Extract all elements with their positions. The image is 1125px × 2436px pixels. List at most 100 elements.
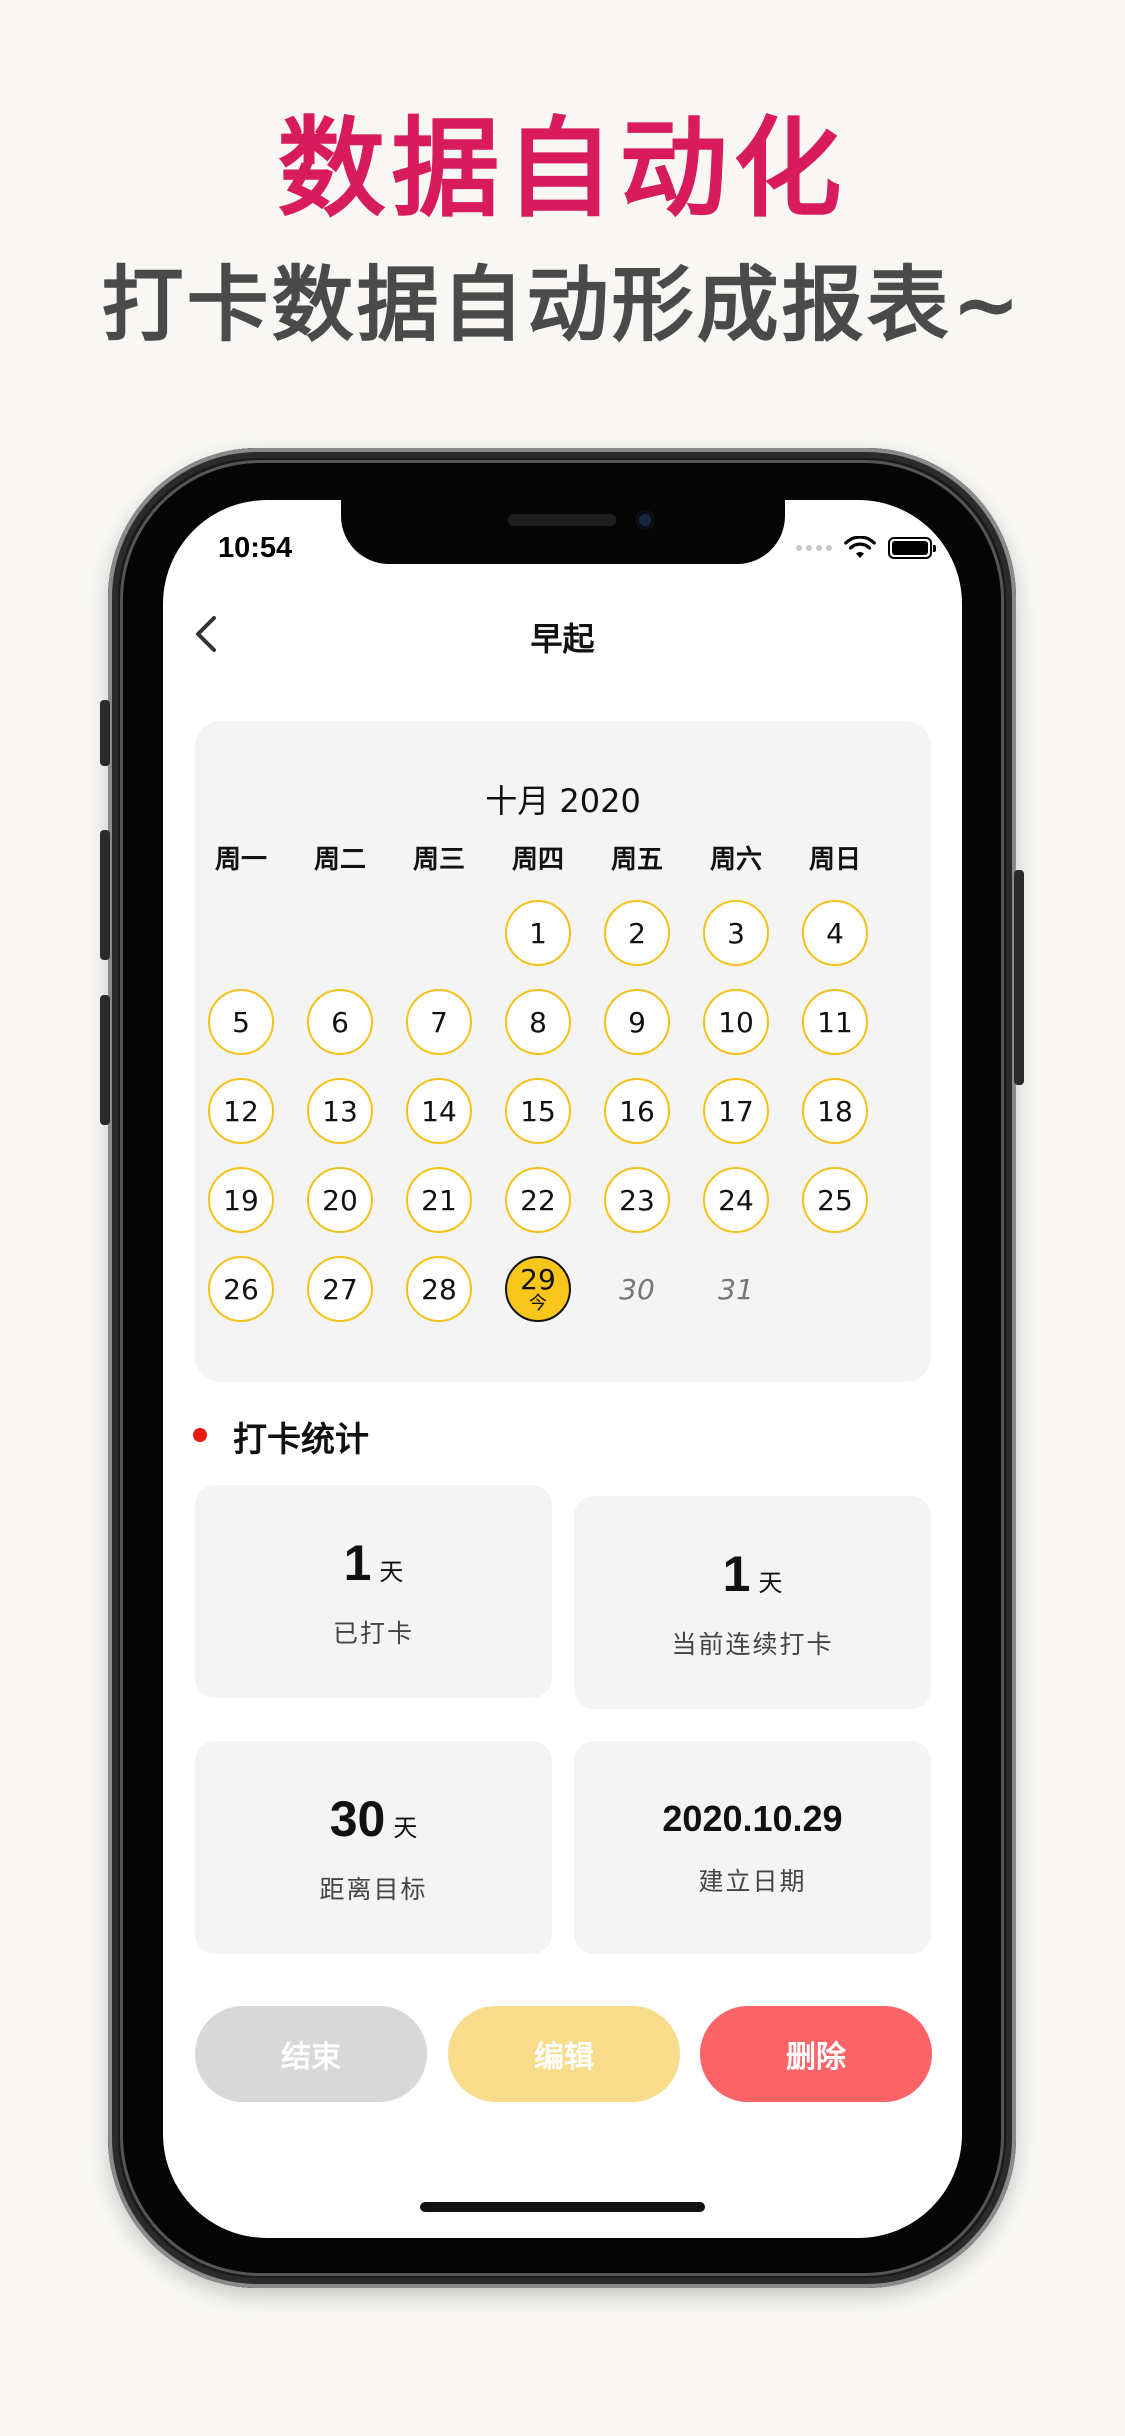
calendar-day[interactable]: 13: [307, 1078, 373, 1144]
calendar-day-number: 29: [520, 1262, 556, 1296]
calendar-day[interactable]: 16: [604, 1078, 670, 1144]
calendar-day[interactable]: 1: [505, 900, 571, 966]
calendar-day[interactable]: 14: [406, 1078, 472, 1144]
calendar-day[interactable]: 30: [604, 1256, 670, 1322]
stat-remaining-unit: 天: [393, 1813, 418, 1842]
calendar-month-label: 十月 2020: [485, 782, 641, 820]
calendar-day-number: 22: [520, 1183, 556, 1217]
calendar-day-number: 17: [718, 1094, 754, 1128]
calendar-day-number: 2: [628, 916, 646, 950]
calendar-day[interactable]: 12: [208, 1078, 274, 1144]
calendar-day[interactable]: 11: [802, 989, 868, 1055]
weekday-label: 周五: [610, 845, 663, 875]
stat-checked-unit: 天: [379, 1557, 404, 1586]
stat-card-created: 2020.10.29 建立日期: [574, 1741, 931, 1954]
calendar-day-number: 19: [223, 1183, 259, 1217]
calendar-day-number: 10: [718, 1005, 754, 1039]
stat-remaining-value: 30: [329, 1790, 386, 1847]
calendar-day-number: 6: [331, 1005, 349, 1039]
volume-up-button: [100, 830, 110, 960]
calendar-day[interactable]: 18: [802, 1078, 868, 1144]
calendar-day[interactable]: 5: [208, 989, 274, 1055]
calendar-day-number: 30: [619, 1272, 655, 1306]
calendar-day-number: 7: [430, 1005, 448, 1039]
battery-icon: [888, 537, 936, 559]
calendar-day[interactable]: 4: [802, 900, 868, 966]
calendar-day[interactable]: 10: [703, 989, 769, 1055]
calendar-day-number: 31: [718, 1272, 754, 1306]
calendar-day-number: 20: [322, 1183, 358, 1217]
calendar-day-number: 15: [520, 1094, 556, 1128]
stat-card-remaining: 30 天 距离目标: [195, 1741, 552, 1954]
calendar-day-number: 4: [826, 916, 844, 950]
calendar-day-today[interactable]: 29 今: [505, 1256, 571, 1322]
calendar-day-number: 3: [727, 916, 745, 950]
weekday-label: 周一: [214, 845, 267, 875]
calendar-day[interactable]: 9: [604, 989, 670, 1055]
calendar-day[interactable]: 17: [703, 1078, 769, 1144]
calendar-day[interactable]: 31: [703, 1256, 769, 1322]
banner-title: 数据自动化: [277, 107, 848, 232]
weekday-label: 周二: [313, 845, 366, 875]
calendar-day-number: 9: [628, 1005, 646, 1039]
calendar-day[interactable]: 24: [703, 1167, 769, 1233]
stat-created-label: 建立日期: [698, 1866, 807, 1896]
notch: [341, 500, 785, 564]
calendar-day[interactable]: 19: [208, 1167, 274, 1233]
calendar-day[interactable]: 3: [703, 900, 769, 966]
calendar-day-number: 26: [223, 1272, 259, 1306]
stat-checked-label: 已打卡: [332, 1618, 414, 1648]
stat-card-streak: 1 天 当前连续打卡: [574, 1496, 931, 1709]
end-button[interactable]: 结束: [195, 2006, 427, 2102]
calendar-day-number: 1: [529, 916, 547, 950]
calendar-day-number: 28: [421, 1272, 457, 1306]
calendar-day[interactable]: 23: [604, 1167, 670, 1233]
weekday-label: 周六: [709, 845, 762, 875]
stat-streak-unit: 天: [758, 1568, 783, 1597]
calendar-day[interactable]: 28: [406, 1256, 472, 1322]
calendar-day[interactable]: 7: [406, 989, 472, 1055]
stat-remaining-label: 距离目标: [319, 1874, 428, 1904]
weekday-label: 周日: [808, 845, 861, 875]
calendar-day-number: 25: [817, 1183, 853, 1217]
calendar-day-number: 12: [223, 1094, 259, 1128]
calendar-day-number: 18: [817, 1094, 853, 1128]
edit-button[interactable]: 编辑: [448, 2006, 680, 2102]
calendar-day[interactable]: 21: [406, 1167, 472, 1233]
calendar-day[interactable]: 20: [307, 1167, 373, 1233]
wifi-icon: [844, 536, 876, 558]
status-time: 10:54: [218, 532, 293, 564]
calendar-day[interactable]: 8: [505, 989, 571, 1055]
calendar-day[interactable]: 15: [505, 1078, 571, 1144]
calendar-day-number: 24: [718, 1183, 754, 1217]
weekday-label: 周四: [511, 845, 564, 875]
calendar-day[interactable]: 27: [307, 1256, 373, 1322]
calendar-day-number: 16: [619, 1094, 655, 1128]
calendar-day[interactable]: 6: [307, 989, 373, 1055]
calendar-day[interactable]: 2: [604, 900, 670, 966]
calendar-day-number: 13: [322, 1094, 358, 1128]
page-title: 早起: [530, 620, 595, 658]
calendar-day-number: 21: [421, 1183, 457, 1217]
calendar-card: 十月 2020 周一 周二 周三 周四 周五 周六 周日 1 2 3 4 5 6 7 8 9 10 11 12 13…: [195, 721, 931, 1382]
calendar-day[interactable]: 26: [208, 1256, 274, 1322]
mute-switch: [100, 700, 110, 766]
banner-subtitle: 打卡数据自动形成报表~: [101, 258, 1024, 353]
calendar-day[interactable]: 22: [505, 1167, 571, 1233]
stat-created-value: 2020.10.29: [662, 1797, 843, 1839]
section-title: 打卡统计: [233, 1420, 369, 1460]
home-indicator[interactable]: [420, 2202, 705, 2212]
calendar-day-number: 8: [529, 1005, 547, 1039]
camera-icon: [635, 510, 655, 530]
speaker-grille: [508, 514, 616, 526]
weekday-label: 周三: [412, 845, 465, 875]
calendar-day[interactable]: 25: [802, 1167, 868, 1233]
stat-checked-value: 1: [343, 1534, 372, 1591]
calendar-day-number: 14: [421, 1094, 457, 1128]
stat-card-checked: 1 天 已打卡: [195, 1485, 552, 1698]
calendar-day-number: 27: [322, 1272, 358, 1306]
cellular-signal-icon: [796, 545, 832, 551]
calendar-day-number: 11: [817, 1005, 853, 1039]
delete-button[interactable]: 删除: [700, 2006, 932, 2102]
power-button: [1014, 870, 1024, 1085]
